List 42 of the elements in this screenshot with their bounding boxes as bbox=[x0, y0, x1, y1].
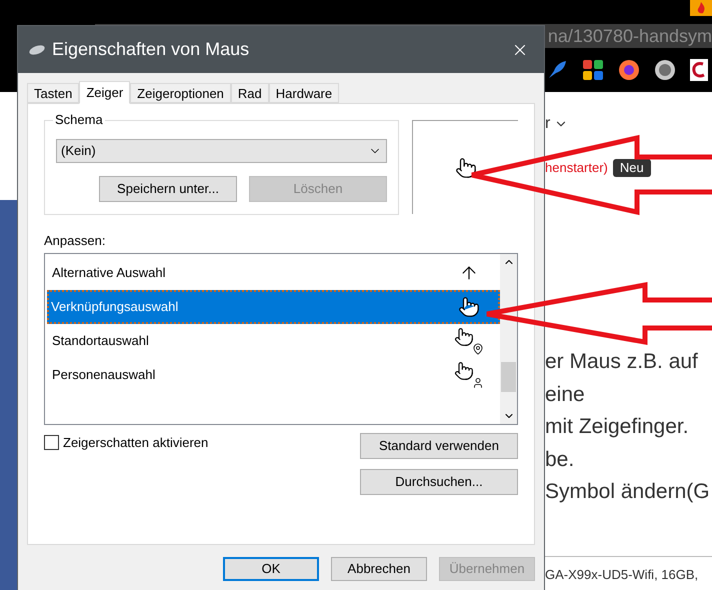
article-text: mit Zeigefinger. bbox=[545, 414, 690, 440]
tab[interactable]: Zeiger bbox=[79, 81, 130, 104]
article-text: er Maus z.B. auf bbox=[545, 349, 699, 375]
mouse-icon bbox=[28, 44, 46, 56]
globe-fox-icon[interactable] bbox=[618, 59, 640, 81]
footer-button[interactable]: Abbrechen bbox=[331, 557, 427, 581]
article-text: Symbol ändern(G bbox=[545, 479, 711, 505]
extension-icon[interactable] bbox=[690, 59, 708, 81]
article-text: eine bbox=[545, 382, 586, 408]
footer-button[interactable]: OK bbox=[223, 557, 319, 581]
checkbox-label[interactable]: Zeigerschatten aktivieren bbox=[63, 434, 208, 450]
scroll-thumb[interactable] bbox=[501, 362, 516, 392]
list-item[interactable]: Standortauswahl bbox=[47, 324, 500, 358]
tab[interactable]: Hardware bbox=[268, 83, 340, 103]
checkbox[interactable] bbox=[44, 434, 59, 450]
disc-icon[interactable] bbox=[654, 59, 676, 81]
hand-icon bbox=[458, 296, 480, 318]
hand-icon bbox=[454, 156, 476, 178]
list-item[interactable]: Personenauswahl bbox=[47, 358, 500, 392]
menu-text[interactable]: r bbox=[545, 116, 550, 132]
tab[interactable]: Tasten bbox=[27, 83, 80, 103]
footer-text: GA-X99x-UD5-Wifi, 16GB, bbox=[545, 567, 698, 582]
list-label: Anpassen: bbox=[44, 232, 106, 250]
scheme-button[interactable]: Speichern unter... bbox=[99, 176, 237, 202]
article-text: be. bbox=[545, 446, 576, 472]
link-text[interactable]: henstarter) bbox=[545, 158, 608, 178]
side-button[interactable]: Durchsuchen... bbox=[360, 468, 518, 494]
flame-icon bbox=[690, 0, 712, 16]
tiles-icon[interactable] bbox=[582, 59, 604, 81]
list-item[interactable]: Alternative Auswahl bbox=[47, 256, 500, 290]
scheme-dropdown[interactable]: (Kein) bbox=[56, 139, 387, 163]
new-badge: Neu bbox=[612, 159, 651, 177]
address-text: na/130780-handsym bbox=[548, 27, 712, 45]
window-title: Eigenschaften von Maus bbox=[52, 38, 250, 61]
list-item[interactable]: Verknüpfungsauswahl bbox=[47, 290, 500, 324]
tab[interactable]: Zeigeroptionen bbox=[130, 83, 231, 103]
rocket-icon[interactable] bbox=[546, 59, 568, 81]
side-button[interactable]: Standard verwenden bbox=[360, 432, 518, 458]
tab[interactable]: Rad bbox=[230, 83, 269, 103]
scrollbar[interactable] bbox=[500, 254, 517, 424]
hand-pin-icon bbox=[454, 326, 484, 354]
hand-person-icon bbox=[454, 360, 484, 388]
